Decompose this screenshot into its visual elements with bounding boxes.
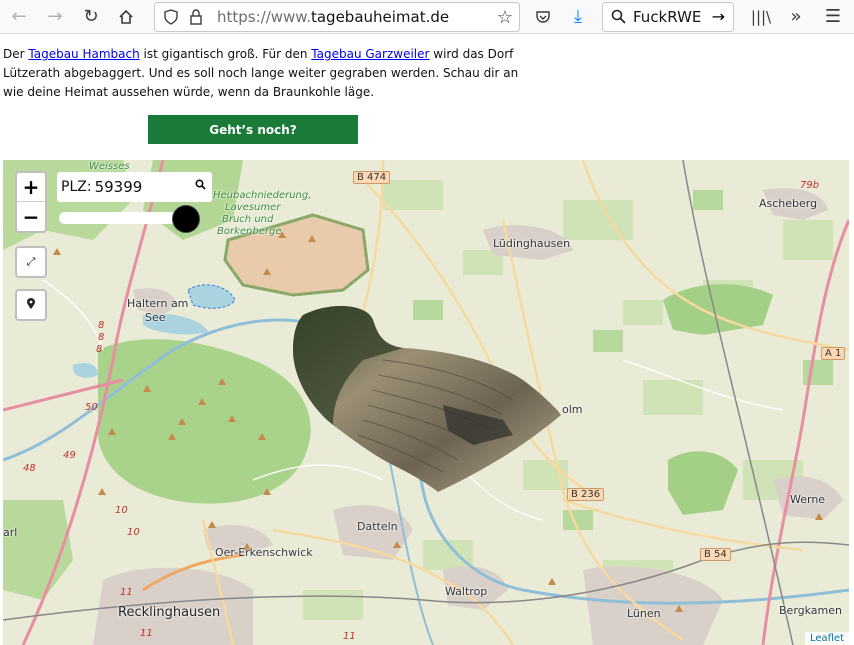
map-pin-icon (26, 297, 36, 313)
road-b474: B 474 (353, 171, 391, 184)
road-a1: A 1 (821, 347, 846, 360)
place-see: See (145, 311, 166, 324)
road-11-c: 11 (343, 631, 356, 642)
menu-icon[interactable]: ☰ (820, 4, 846, 30)
back-icon[interactable]: ← (6, 4, 32, 30)
place-bergkamen: Bergkamen (779, 604, 842, 617)
place-heubach: Heubachniederung, (213, 190, 312, 201)
zoom-control: + − (15, 171, 47, 233)
size-slider-thumb[interactable] (172, 205, 200, 233)
plz-search-box: PLZ: (57, 172, 212, 202)
fullscreen-button[interactable]: ⤢ (15, 246, 47, 278)
expand-icon: ⤢ (26, 255, 36, 268)
map-tiles (3, 160, 849, 645)
road-8-c: 8 (96, 344, 103, 355)
bookmark-star-icon[interactable]: ☆ (497, 7, 513, 28)
road-8-a: 8 (98, 320, 105, 331)
attribution: Leaflet (804, 632, 849, 645)
shield-icon[interactable] (163, 9, 179, 29)
place-luedinghausen: Lüdinghausen (493, 237, 571, 250)
zoom-out-button[interactable]: − (17, 202, 45, 231)
leaflet-link[interactable]: Leaflet (810, 633, 844, 644)
place-recklinghausen: Recklinghausen (118, 605, 221, 620)
browser-toolbar: ← → ↻ https://www.tagebauheimat.de ☆ ⤓ F… (0, 0, 854, 34)
locate-button[interactable] (15, 289, 47, 321)
place-weisses: Weisses (89, 161, 130, 172)
search-bar[interactable]: FuckRWE → (602, 2, 734, 32)
map[interactable]: Weisses Heubachniederung, Lavesumer Bruc… (3, 160, 849, 645)
road-11-b: 11 (140, 628, 153, 639)
url-text: https://www.tagebauheimat.de (217, 8, 450, 26)
place-olm: olm (562, 403, 583, 416)
place-luenen: Lünen (627, 607, 661, 620)
home-icon[interactable] (113, 4, 139, 30)
place-heubach-4: Borkenberge (217, 226, 282, 237)
road-8-b: 8 (98, 332, 105, 343)
download-icon[interactable]: ⤓ (565, 4, 591, 30)
link-tagebau-hambach[interactable]: Tagebau Hambach (28, 47, 139, 61)
road-b54: B 54 (700, 548, 731, 561)
road-49: 49 (63, 450, 76, 461)
pocket-icon[interactable] (530, 4, 556, 30)
link-tagebau-garzweiler[interactable]: Tagebau Garzweiler (311, 47, 429, 61)
url-bar[interactable]: https://www.tagebauheimat.de ☆ (154, 2, 520, 32)
intro-text: Der Tagebau Hambach ist gigantisch groß.… (3, 47, 519, 99)
place-heubach-2: Lavesumer (225, 202, 281, 213)
place-waltrop: Waltrop (445, 585, 488, 598)
place-oer-erkenschwick: Oer-Erkenschwick (215, 546, 313, 559)
lock-icon[interactable] (189, 8, 203, 30)
place-ascheberg: Ascheberg (759, 197, 818, 210)
place-haltern: Haltern am (127, 297, 189, 310)
road-b236: B 236 (567, 488, 605, 501)
zoom-in-button[interactable]: + (17, 173, 45, 202)
gehts-noch-button[interactable]: Geht’s noch? (148, 115, 358, 144)
plz-label: PLZ: (61, 179, 92, 195)
road-11-a: 11 (120, 587, 133, 598)
overflow-chevron-icon[interactable]: » (783, 4, 809, 30)
road-48: 48 (23, 463, 36, 474)
plz-input[interactable] (94, 178, 185, 196)
place-heubach-3: Bruch und (222, 214, 274, 225)
place-datteln: Datteln (357, 520, 398, 533)
road-79b: 79b (800, 180, 820, 191)
forward-icon[interactable]: → (42, 4, 68, 30)
search-icon[interactable] (195, 179, 206, 193)
library-icon[interactable]: |||\ (748, 4, 774, 30)
search-icon (611, 9, 626, 28)
search-text: FuckRWE (633, 8, 702, 26)
road-50: 50 (85, 402, 98, 413)
place-werne: Werne (790, 493, 826, 506)
place-marl: arl (3, 526, 18, 539)
reload-icon[interactable]: ↻ (78, 4, 104, 30)
road-10-b: 10 (127, 527, 140, 538)
search-go-icon[interactable]: → (712, 7, 725, 26)
road-10-a: 10 (115, 505, 128, 516)
